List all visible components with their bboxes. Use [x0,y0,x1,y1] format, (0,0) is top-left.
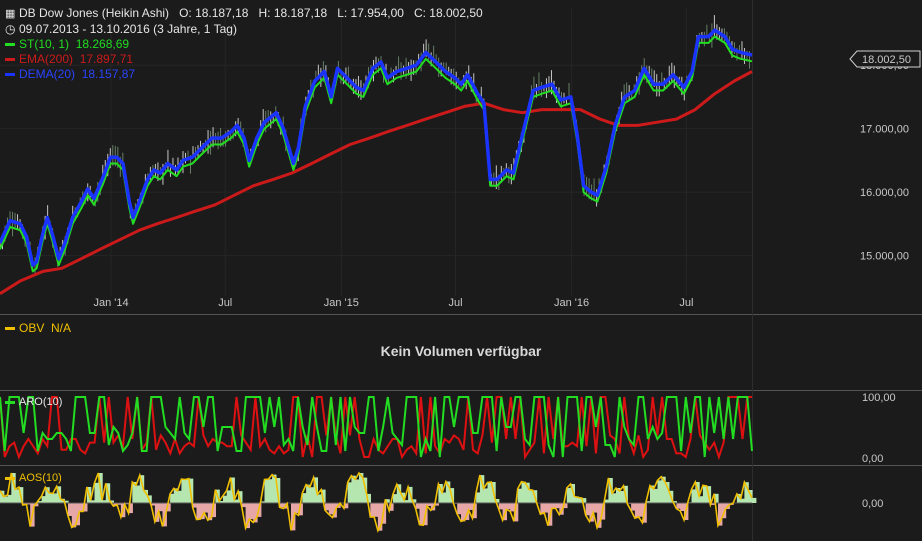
aro-tick-0: 0,00 [862,453,883,465]
x-tick-label: Jan '15 [324,297,359,309]
ema-legend-swatch [5,58,15,62]
aos-area-segment [476,492,481,503]
y-tick-label: 15.000,00 [860,251,909,263]
aos-area-segment [521,481,526,503]
aos-area-segment [181,479,186,503]
ohlc-low: L: 17.954,00 [337,6,404,20]
aos-area-segment [249,503,254,520]
y-tick-label: 17.000,00 [860,124,909,136]
aos-area-segment [49,493,54,503]
aos-area-segment [593,503,598,513]
x-tick-label: Jul [448,297,462,309]
aos-area-segment [638,503,643,517]
aos-area-segment [653,488,659,503]
aos-area-segment [234,499,239,503]
obv-legend-name: OBV [19,321,45,335]
aos-area-segment [325,503,330,511]
aos-area-segment [317,494,322,503]
aos-area-segment [699,496,704,503]
aos-area-segment [68,503,73,516]
legend-ema[interactable]: EMA(200) 17.897,71 [5,52,483,67]
chart-header: ▦ DB Dow Jones (Heikin Ashi) O: 18.187,18… [5,5,483,82]
aos-legend-name: AOS(10) [19,472,62,484]
x-tick-label: Jul [218,297,232,309]
aos-area-segment [585,503,591,516]
clock-icon: ◷ [5,22,16,36]
aos-area-segment [691,489,696,503]
legend-dema[interactable]: DEMA(20) 18.157,87 [5,67,483,82]
aos-area-segment [158,503,164,512]
aos-area-segment [415,503,421,509]
ohlc-close: C: 18.002,50 [413,6,483,20]
aos-area-segment [52,493,58,503]
ema-legend-value: 17.897,71 [79,52,134,66]
obv-legend-swatch [5,327,15,331]
aos-area-segment [566,487,572,503]
aro-legend-name: ARO(10) [19,396,63,408]
aos-area-segment [355,479,360,503]
ohlc-high: H: 18.187,18 [258,6,328,20]
aos-area-segment [498,503,504,510]
ema-legend-name: EMA(200) [19,52,74,66]
aos-area-segment [374,503,379,517]
aro-legend-swatch [5,400,15,404]
header-title-row: ▦ DB Dow Jones (Heikin Ashi) O: 18.187,18… [5,5,483,21]
instrument-title: DB Dow Jones (Heikin Ashi) [19,6,170,20]
aos-area-segment [302,493,307,503]
date-range: 09.07.2013 - 13.10.2016 (3 Jahre, 1 Tag) [19,22,237,36]
aos-area-segment [680,503,685,511]
aos-area-segment [264,479,269,503]
x-tick-label: Jan '14 [93,297,128,309]
st-legend-value: 18.268,69 [75,37,130,51]
legend-st[interactable]: ST(10, 1) 18.268,69 [5,37,483,52]
aos-area-segment [196,503,201,520]
aos-area-segment [619,491,625,503]
obv-legend-value: N/A [51,321,72,335]
x-tick-label: Jul [679,297,693,309]
aos-area-segment [517,488,523,503]
aos-area-segment [752,497,757,503]
st-legend-swatch [5,43,15,47]
aos-area-segment [393,494,398,503]
aos-area-segment [676,503,681,509]
aos-area-segment [657,480,662,503]
aos-area-segment [468,503,473,510]
dema-legend-name: DEMA(20) [19,67,76,81]
aro-tick-100: 100,00 [862,392,896,404]
aos-area-segment [506,503,511,510]
aos-area-segment [555,503,560,509]
no-volume-message: Kein Volumen verfügbar [380,343,542,359]
aos-area-segment [612,493,617,503]
aos-area-segment [136,485,141,503]
aos-area-segment [177,490,182,503]
y-tick-label: 16.000,00 [860,187,909,199]
aos-legend[interactable]: AOS(10) [5,472,62,484]
aos-area-segment [15,489,20,503]
last-price-label: 18.002,50 [862,54,911,66]
aos-area-segment [631,503,636,511]
aos-area-segment [442,492,447,503]
date-range-row: ◷ 09.07.2013 - 13.10.2016 (3 Jahre, 1 Tag… [5,21,483,37]
aos-area-segment [3,496,9,503]
obv-legend[interactable]: OBV N/A [5,321,71,335]
aos-legend-swatch [5,476,15,480]
aos-area-segment [457,503,462,515]
aos-area-segment [226,490,232,503]
chart-type-icon: ▦ [5,8,16,20]
aos-area-segment [483,488,489,503]
aos-area-segment [370,503,375,517]
dema-legend-value: 18.157,87 [81,67,136,81]
aos-area-segment [268,479,273,503]
x-tick-label: Jan '16 [554,297,589,309]
last-price-marker: 18.002,50 [849,50,921,68]
aos-area-segment [94,482,99,503]
aos-tick-0: 0,00 [862,498,883,510]
st-legend-name: ST(10, 1) [19,37,70,51]
aro-legend[interactable]: ARO(10) [5,396,62,408]
dema-legend-swatch [5,73,15,77]
aos-area-segment [487,482,492,503]
ohlc-open: O: 18.187,18 [179,6,249,20]
